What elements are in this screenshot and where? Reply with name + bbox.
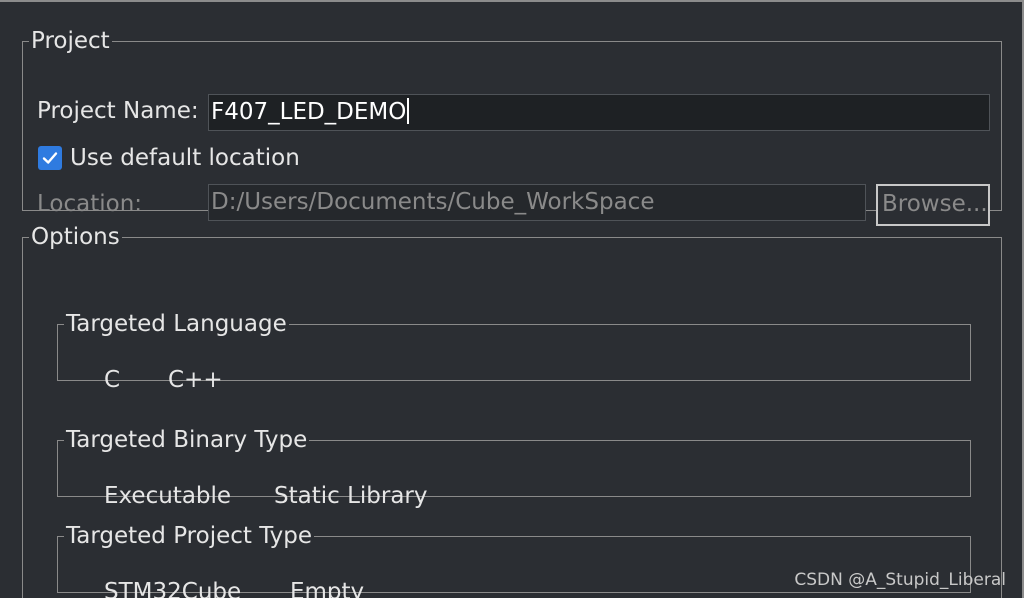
text-caret <box>407 98 410 124</box>
project-group-title: Project <box>31 28 110 54</box>
targeted-binary-type-group: Targeted Binary Type Executable Static L… <box>57 427 971 509</box>
project-name-input[interactable]: F407_LED_DEMO <box>208 94 990 131</box>
browse-button: Browse... <box>876 184 990 226</box>
language-option-c[interactable]: C <box>104 365 120 395</box>
binary-option-static-library[interactable]: Static Library <box>274 481 428 511</box>
location-input: D:/Users/Documents/Cube_WorkSpace <box>208 184 866 221</box>
options-group: Options Targeted Language C C++ Targeted… <box>22 224 1002 598</box>
project-name-label: Project Name: <box>37 98 199 124</box>
project-type-option-stm32cube[interactable]: STM32Cube <box>104 577 241 598</box>
targeted-project-type-title: Targeted Project Type <box>66 523 313 549</box>
location-value: D:/Users/Documents/Cube_WorkSpace <box>211 189 655 215</box>
language-option-cpp[interactable]: C++ <box>168 365 223 395</box>
project-name-value: F407_LED_DEMO <box>211 99 407 125</box>
watermark: CSDN @A_Stupid_Liberal <box>794 570 1006 590</box>
targeted-language-group: Targeted Language C C++ <box>57 311 971 393</box>
project-type-option-empty[interactable]: Empty <box>290 577 364 598</box>
use-default-location-checkbox[interactable] <box>38 146 62 170</box>
use-default-location-label[interactable]: Use default location <box>70 143 300 173</box>
location-label: Location: <box>37 191 143 217</box>
targeted-binary-type-title: Targeted Binary Type <box>66 427 308 453</box>
new-project-dialog: Project Project Name: F407_LED_DEMO Use … <box>0 0 1024 598</box>
checkmark-icon <box>42 152 58 164</box>
project-group: Project Project Name: F407_LED_DEMO Use … <box>22 28 1002 226</box>
binary-option-executable[interactable]: Executable <box>104 481 231 511</box>
options-group-title: Options <box>31 224 120 250</box>
targeted-language-title: Targeted Language <box>66 311 287 337</box>
